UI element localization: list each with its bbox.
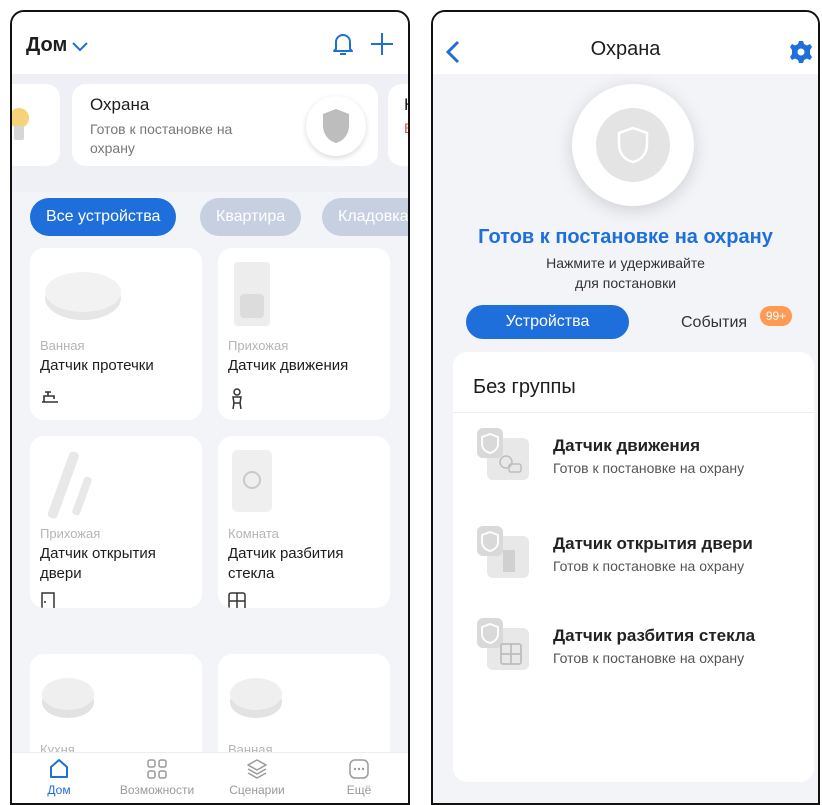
home-title: Дом: [26, 34, 68, 56]
hub-image: [42, 678, 94, 718]
device-name: Датчик разбития стекла: [228, 545, 344, 582]
glass-break-sensor-image: [232, 450, 272, 512]
security-screen: Охрана Готов к постановке на охрану Нажм…: [431, 10, 820, 805]
device-room: Ванная: [40, 338, 85, 353]
home-header: Дом: [12, 12, 408, 74]
chip-apartment[interactable]: Квартира: [200, 198, 302, 236]
more-icon: [349, 759, 369, 779]
nav-more[interactable]: Ещё: [314, 757, 404, 797]
divider: [453, 412, 814, 413]
door-sensor-shield-icon: [477, 526, 529, 578]
security-status: Готов к постановке на охрану: [478, 226, 773, 248]
device-list-status: Готов к постановке на охрану: [553, 650, 745, 666]
arm-hint-line1: Нажмите и удерживайте: [546, 255, 705, 271]
device-room: Прихожая: [228, 338, 289, 353]
arm-button[interactable]: [572, 84, 694, 206]
window-icon: [228, 592, 246, 608]
device-list-name: Датчик движения: [553, 436, 701, 455]
chip-all-devices[interactable]: Все устройства: [30, 198, 177, 236]
nav-features[interactable]: Возможности: [112, 757, 202, 797]
person-icon: [232, 388, 242, 410]
leak-sensor-image: [45, 272, 121, 320]
shield-icon: [323, 109, 349, 143]
gear-icon[interactable]: [789, 40, 813, 64]
nav-home[interactable]: Дом: [14, 757, 104, 797]
home-selector[interactable]: Дом: [26, 34, 89, 57]
carousel-card-next[interactable]: К В: [388, 84, 408, 166]
events-count-badge: 99+: [760, 306, 792, 326]
device-list-name: Датчик открытия двери: [553, 534, 753, 553]
nav-scenarios[interactable]: Сценарии: [212, 757, 302, 797]
grid-icon: [147, 759, 167, 779]
device-card[interactable]: Комната Датчик разбития стекла: [218, 436, 390, 608]
device-list-item[interactable]: Датчик движения Готов к постановке на ох…: [473, 426, 803, 486]
device-list-status: Готов к постановке на охрану: [553, 460, 745, 476]
device-name: Датчик открытия двери: [40, 545, 156, 582]
security-card-title: Охрана: [90, 95, 150, 114]
home-icon: [50, 759, 68, 778]
bulb-icon: [12, 108, 29, 140]
page-title: Охрана: [590, 38, 661, 60]
device-card[interactable]: Ванная Датчик протечки: [30, 248, 202, 420]
room-filter: Все устройства Квартира Кладовка: [12, 194, 408, 242]
arm-hint: Нажмите и удерживайте для постановки: [433, 253, 818, 293]
carousel-card-security[interactable]: Охрана Готов к постановке на охрану: [72, 84, 378, 166]
security-card-shield: [306, 96, 366, 156]
carousel-card-light[interactable]: [12, 84, 60, 166]
device-list-status: Готов к постановке на охрану: [553, 558, 745, 574]
chip-storage[interactable]: Кладовка: [322, 198, 408, 236]
devices-panel: Без группы Датчик движения Готов к поста…: [453, 352, 814, 782]
tab-devices[interactable]: Устройства: [466, 305, 629, 339]
security-header: Охрана: [433, 12, 818, 74]
nav-more-label: Ещё: [346, 783, 372, 797]
door-sensor-image: [47, 451, 92, 519]
device-card[interactable]: Прихожая Датчик движения: [218, 248, 390, 420]
chevron-down-icon: [72, 41, 88, 51]
scenario-carousel: Охрана Готов к постановке на охрану К В: [12, 74, 408, 192]
motion-sensor-image: [234, 262, 270, 326]
tab-events[interactable]: События: [681, 314, 747, 332]
device-name: Датчик протечки: [40, 357, 154, 374]
layers-icon: [247, 759, 267, 779]
device-list-item[interactable]: Датчик открытия двери Готов к постановке…: [473, 524, 803, 584]
device-room: Прихожая: [40, 526, 101, 541]
arm-hint-line2: для постановки: [574, 275, 677, 291]
nav-features-label: Возможности: [119, 783, 195, 797]
group-title: Без группы: [473, 376, 576, 398]
nav-scenarios-label: Сценарии: [229, 783, 285, 797]
next-card-title: К: [404, 95, 408, 115]
glass-break-shield-icon: [477, 618, 529, 670]
home-screen: Дом Охрана Готов к постановке на охрану …: [10, 10, 410, 805]
device-room: Комната: [228, 526, 279, 541]
shield-icon: [617, 126, 649, 164]
bell-icon[interactable]: [330, 30, 356, 58]
nav-home-label: Дом: [47, 783, 71, 797]
device-list-name: Датчик разбития стекла: [553, 626, 756, 645]
device-card[interactable]: Прихожая Датчик открытия двери: [30, 436, 202, 608]
plus-icon[interactable]: [368, 30, 396, 58]
faucet-icon: [42, 391, 58, 403]
door-icon: [41, 592, 55, 608]
device-name: Датчик движения: [228, 357, 349, 374]
arm-button-inner: [596, 108, 670, 182]
bottom-nav: Дом Возможности Сценарии Ещё: [12, 752, 408, 803]
device-list-item[interactable]: Датчик разбития стекла Готов к постановк…: [473, 616, 803, 676]
motion-sensor-shield-icon: [477, 428, 529, 480]
next-card-status: В: [404, 120, 408, 136]
hub-image: [230, 678, 282, 718]
security-card-status: Готов к постановке на охрану: [90, 121, 233, 156]
